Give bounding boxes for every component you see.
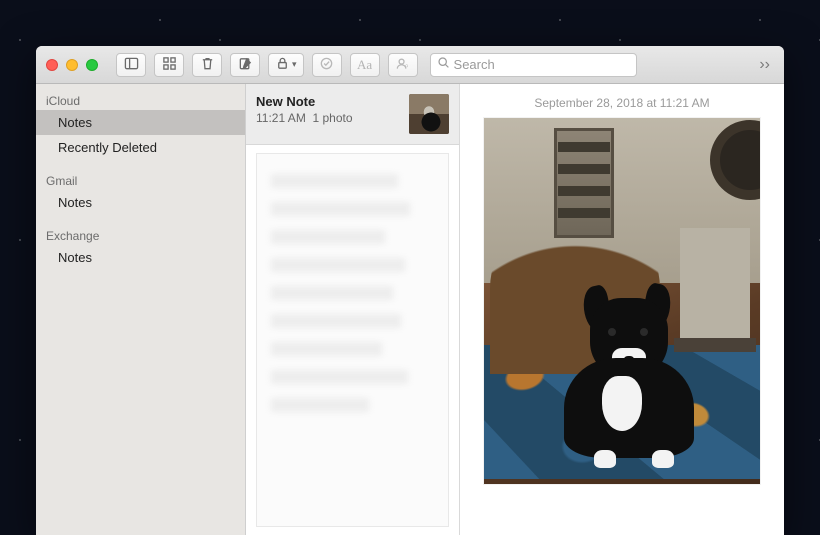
sidebar-item-exchange-notes[interactable]: Notes [36,245,245,270]
checklist-icon [319,56,334,74]
compose-icon [238,56,253,74]
note-editor[interactable]: September 28, 2018 at 11:21 AM [460,84,784,535]
trash-icon [200,56,215,74]
lock-icon [275,56,290,74]
folders-sidebar: iCloud Notes Recently Deleted Gmail Note… [36,84,246,535]
zoom-window-button[interactable] [86,59,98,71]
account-header-gmail: Gmail [36,170,245,190]
close-window-button[interactable] [46,59,58,71]
sidebar-item-gmail-notes[interactable]: Notes [36,190,245,215]
toolbar-overflow-button[interactable]: ›› [755,56,774,74]
checklist-button[interactable] [312,53,342,77]
note-timestamp: September 28, 2018 at 11:21 AM [534,96,709,110]
overflow-icon: ›› [759,56,770,73]
sidebar-item-recently-deleted[interactable]: Recently Deleted [36,135,245,160]
note-item-subtitle: 11:21 AM 1 photo [256,111,401,125]
window-controls [46,59,98,71]
search-field[interactable] [430,53,637,77]
add-people-icon [395,56,410,74]
content-area: iCloud Notes Recently Deleted Gmail Note… [36,84,784,535]
note-photo-attachment[interactable] [484,118,760,484]
search-icon [437,56,450,74]
search-input[interactable] [454,57,630,72]
lock-note-button[interactable]: ▾ [268,53,304,77]
notes-list-redacted [256,153,449,527]
minimize-window-button[interactable] [66,59,78,71]
account-header-icloud: iCloud [36,90,245,110]
note-item-thumbnail [409,94,449,134]
sidebar-item-icloud-notes[interactable]: Notes [36,110,245,135]
notes-app-window: ▾ Aa ›› iCloud No [36,46,784,535]
grid-view-button[interactable] [154,53,184,77]
chevron-down-icon: ▾ [292,59,297,70]
note-list-item[interactable]: New Note 11:21 AM 1 photo [246,84,459,145]
notes-list: New Note 11:21 AM 1 photo [246,84,460,535]
note-item-title: New Note [256,94,401,109]
account-header-exchange: Exchange [36,225,245,245]
delete-note-button[interactable] [192,53,222,77]
new-note-button[interactable] [230,53,260,77]
format-text-icon: Aa [357,57,372,73]
toggle-sidebar-button[interactable] [116,53,146,77]
collaborate-button[interactable] [388,53,418,77]
grid-view-icon [162,56,177,74]
format-button[interactable]: Aa [350,53,380,77]
sidebar-toggle-icon [124,56,139,74]
toolbar: ▾ Aa ›› [36,46,784,84]
